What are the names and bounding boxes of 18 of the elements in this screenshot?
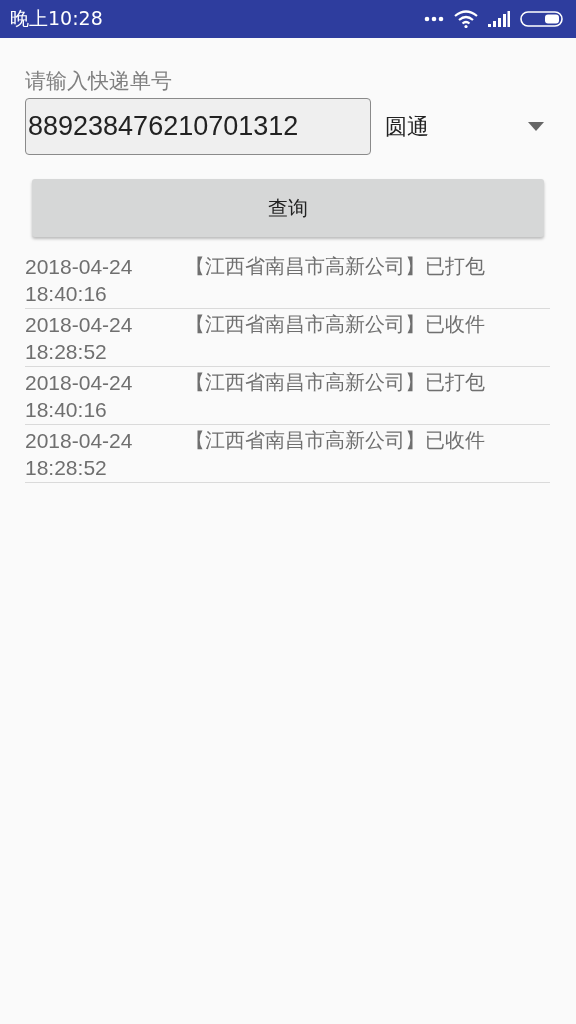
record-event: 【江西省南昌市高新公司】已收件: [185, 311, 485, 338]
status-time: 晚上10:28: [10, 6, 103, 31]
signal-icon: [488, 11, 510, 27]
record-event: 【江西省南昌市高新公司】已打包: [185, 253, 485, 280]
tracking-number-field[interactable]: 889238476210701312: [25, 98, 371, 155]
more-icon: [424, 16, 444, 22]
record-event: 【江西省南昌市高新公司】已收件: [185, 427, 485, 454]
battery-icon: [520, 11, 564, 27]
record-time: 2018-04-24 18:40:16: [25, 370, 134, 423]
wifi-icon: [454, 10, 478, 28]
record-time: 2018-04-24 18:28:52: [25, 428, 134, 481]
dropdown-caret-icon: [528, 122, 544, 131]
record-time: 2018-04-24 18:40:16: [25, 254, 134, 307]
record-time: 2018-04-24 18:28:52: [25, 312, 134, 365]
tracking-number-label: 请输入快递单号: [25, 68, 173, 95]
carrier-dropdown[interactable]: 圆通: [385, 111, 544, 142]
query-button[interactable]: 查询: [32, 179, 544, 237]
record-event: 【江西省南昌市高新公司】已打包: [185, 369, 485, 396]
